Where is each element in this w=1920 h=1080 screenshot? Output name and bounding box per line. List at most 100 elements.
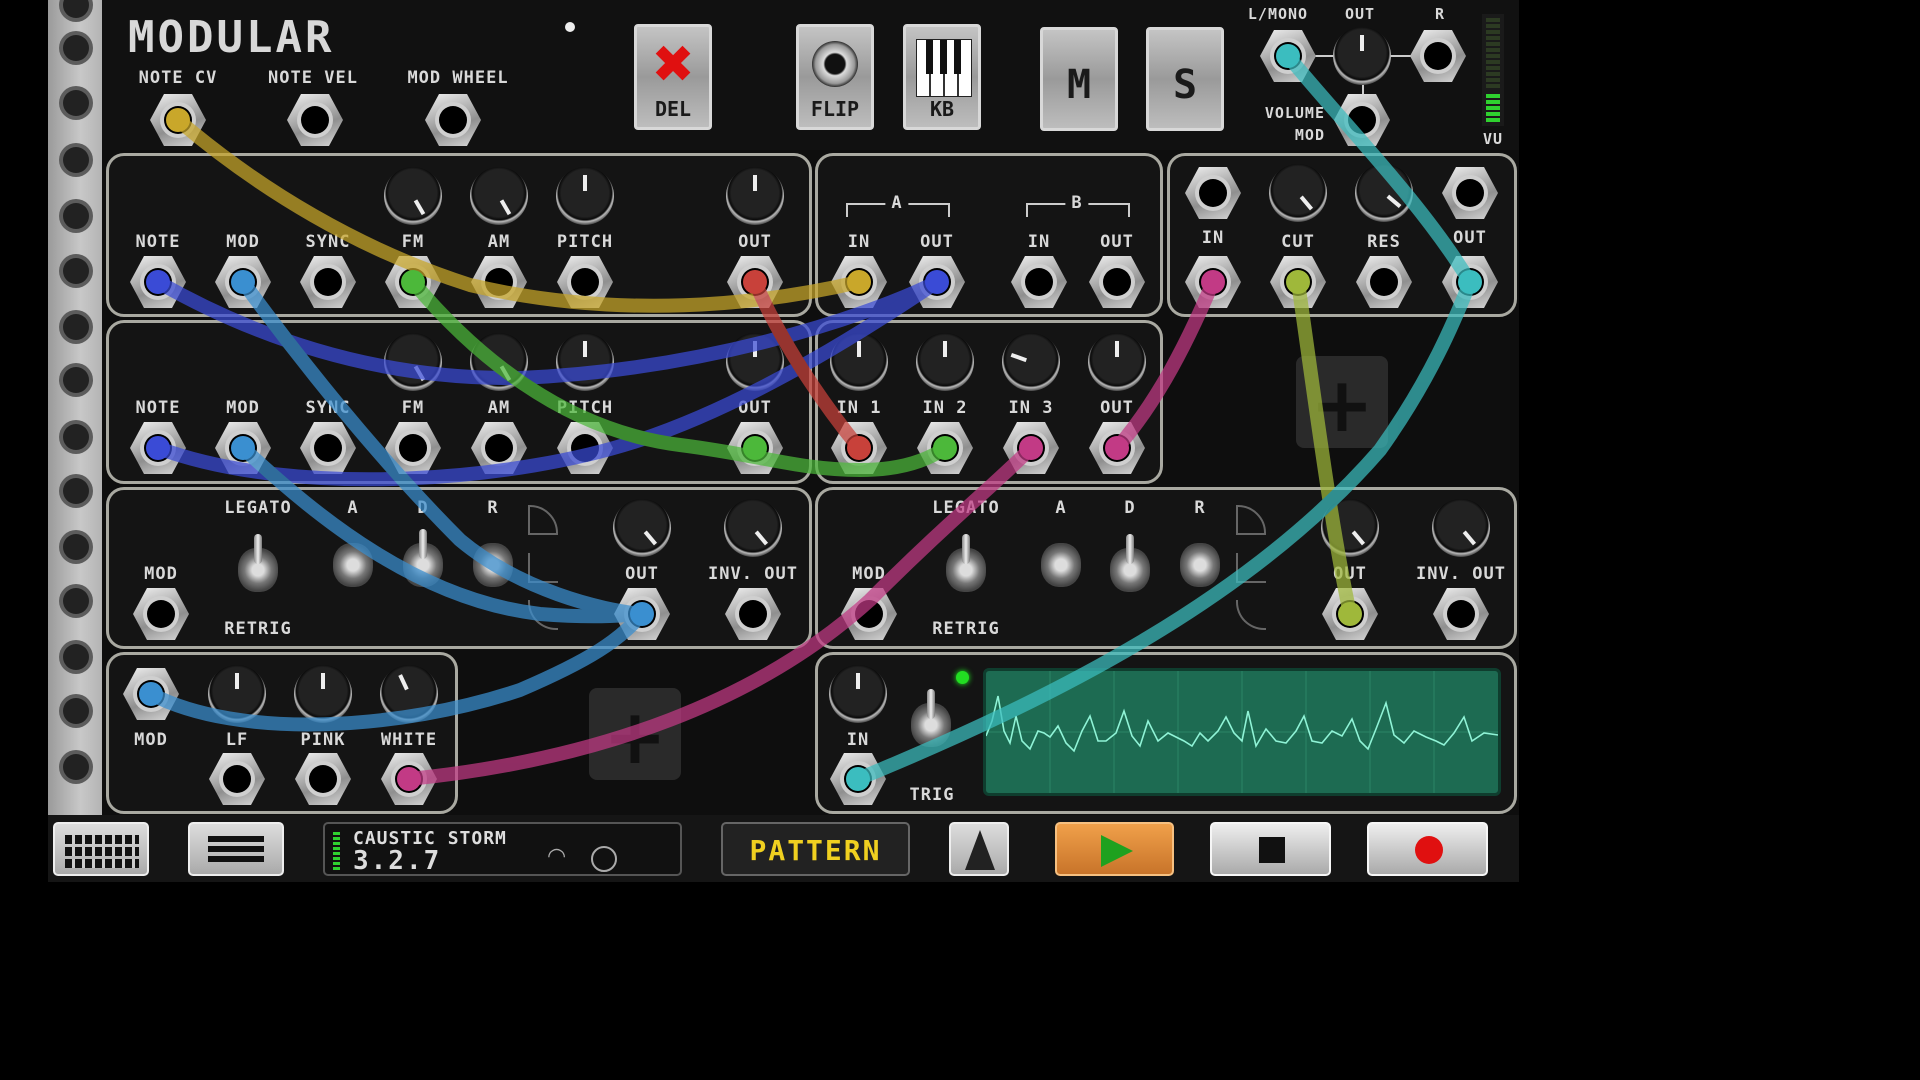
osc2-am-jack[interactable] (471, 422, 527, 474)
play-button[interactable] (1055, 822, 1174, 876)
mixer-in3-knob[interactable] (1002, 333, 1060, 391)
osc2-mod-jack[interactable] (215, 422, 271, 474)
mute-button[interactable]: M (1040, 27, 1118, 131)
volume-knob[interactable] (1333, 27, 1391, 85)
rail-hole (63, 754, 89, 780)
mixer-in3-jack[interactable] (1003, 422, 1059, 474)
mixer-in2-knob[interactable] (916, 333, 974, 391)
right-jack[interactable] (1410, 30, 1466, 82)
env1-out-jack[interactable] (614, 588, 670, 640)
osc1-fm-knob[interactable] (384, 167, 442, 225)
add-module-slot[interactable]: + (589, 688, 681, 781)
osc1-pitch-jack[interactable] (557, 256, 613, 308)
vca-b-in-jack[interactable] (1011, 256, 1067, 308)
env2-release-toggle[interactable] (1180, 543, 1220, 587)
vca-b-out-jack[interactable] (1089, 256, 1145, 308)
metronome-button[interactable] (949, 822, 1009, 876)
record-button[interactable] (1367, 822, 1488, 876)
noise-white-knob[interactable] (380, 665, 438, 723)
vca-a-in-jack[interactable] (831, 256, 887, 308)
pattern-button[interactable]: PATTERN (721, 822, 910, 876)
osc2-pitch-jack[interactable] (557, 422, 613, 474)
rack-grid-button[interactable] (53, 822, 149, 876)
noise-pink-jack[interactable] (295, 753, 351, 805)
env2-inv-out-knob[interactable] (1432, 499, 1490, 557)
add-module-slot[interactable]: + (1296, 356, 1388, 449)
osc2-fm-jack[interactable] (385, 422, 441, 474)
filter-in-jack[interactable] (1185, 256, 1241, 308)
solo-button[interactable]: S (1146, 27, 1224, 131)
env2-legato-toggle[interactable] (946, 534, 986, 592)
filter-top-out-jack[interactable] (1442, 167, 1498, 219)
osc2-fm-knob[interactable] (384, 333, 442, 391)
rail-hole (63, 35, 89, 61)
osc2-sync-jack[interactable] (300, 422, 356, 474)
env2-attack-toggle[interactable] (1041, 543, 1081, 587)
env2-out-knob[interactable] (1321, 499, 1379, 557)
noise-lf-knob[interactable] (208, 665, 266, 723)
osc1-mod-jack[interactable] (215, 256, 271, 308)
env1-inv-out-knob[interactable] (724, 499, 782, 557)
filter-out-jack[interactable] (1442, 256, 1498, 308)
mixer-out-jack[interactable] (1089, 422, 1145, 474)
osc1-pitch-knob[interactable] (556, 167, 614, 225)
env1-legato-toggle[interactable] (238, 534, 278, 592)
note-vel-jack[interactable] (287, 94, 343, 146)
env2-decay-toggle[interactable] (1110, 534, 1150, 592)
scope-in-knob[interactable] (829, 665, 887, 723)
env1-decay-toggle[interactable] (403, 529, 443, 587)
scope-in-jack[interactable] (830, 753, 886, 805)
osc1-am-knob[interactable] (470, 167, 528, 225)
env1-attack-toggle[interactable] (333, 543, 373, 587)
noise-white-jack[interactable] (381, 753, 437, 805)
volume-mod-jack[interactable] (1334, 94, 1390, 146)
env2-mod-jack[interactable] (841, 588, 897, 640)
osc2-pitch-label: PITCH (556, 398, 614, 418)
env2-inv-out-jack[interactable] (1433, 588, 1489, 640)
env1-release-toggle[interactable] (473, 543, 513, 587)
osc1-note-label: NOTE (135, 232, 181, 252)
mixer-in1-knob[interactable] (830, 333, 888, 391)
osc1-am-jack[interactable] (471, 256, 527, 308)
mixer-in2-jack[interactable] (917, 422, 973, 474)
delete-button[interactable]: ✖ DEL (634, 24, 712, 130)
osc2-out-label: OUT (738, 398, 772, 418)
osc2-pitch-knob[interactable] (556, 333, 614, 391)
vca-a-out-jack[interactable] (909, 256, 965, 308)
trig-toggle[interactable] (911, 689, 951, 747)
osc1-out-knob[interactable] (726, 167, 784, 225)
mixer-out-knob[interactable] (1088, 333, 1146, 391)
env2-out-jack[interactable] (1322, 588, 1378, 640)
mod-wheel-jack[interactable] (425, 94, 481, 146)
stop-icon (1259, 837, 1285, 863)
filter-cutoff-knob[interactable] (1269, 164, 1327, 222)
osc2-out-jack[interactable] (727, 422, 783, 474)
osc2-note-jack[interactable] (130, 422, 186, 474)
osc2-am-knob[interactable] (470, 333, 528, 391)
noise-mod-jack[interactable] (123, 668, 179, 720)
osc2-out-knob[interactable] (726, 333, 784, 391)
filter-cut-jack[interactable] (1270, 256, 1326, 308)
menu-button[interactable] (188, 822, 284, 876)
stop-button[interactable] (1210, 822, 1331, 876)
filter-top-jack[interactable] (1185, 167, 1241, 219)
filter-res-jack[interactable] (1356, 256, 1412, 308)
noise-lf-jack[interactable] (209, 753, 265, 805)
mixer-in1-jack[interactable] (831, 422, 887, 474)
env1-inv-out-jack[interactable] (725, 588, 781, 640)
osc2-note-label: NOTE (135, 398, 181, 418)
osc1-out-jack[interactable] (727, 256, 783, 308)
osc1-mod-label: MOD (226, 232, 260, 252)
osc1-note-jack[interactable] (130, 256, 186, 308)
filter-resonance-knob[interactable] (1355, 164, 1413, 222)
osc1-sync-jack[interactable] (300, 256, 356, 308)
flip-button[interactable]: FLIP (796, 24, 874, 130)
song-display[interactable]: CAUSTIC STORM 3.2.7 ◠ (323, 822, 682, 876)
env1-out-knob[interactable] (613, 499, 671, 557)
noise-pink-knob[interactable] (294, 665, 352, 723)
osc1-fm-jack[interactable] (385, 256, 441, 308)
keyboard-button[interactable]: KB (903, 24, 981, 130)
left-mono-jack[interactable] (1260, 30, 1316, 82)
note-cv-jack[interactable] (150, 94, 206, 146)
env1-mod-jack[interactable] (133, 588, 189, 640)
